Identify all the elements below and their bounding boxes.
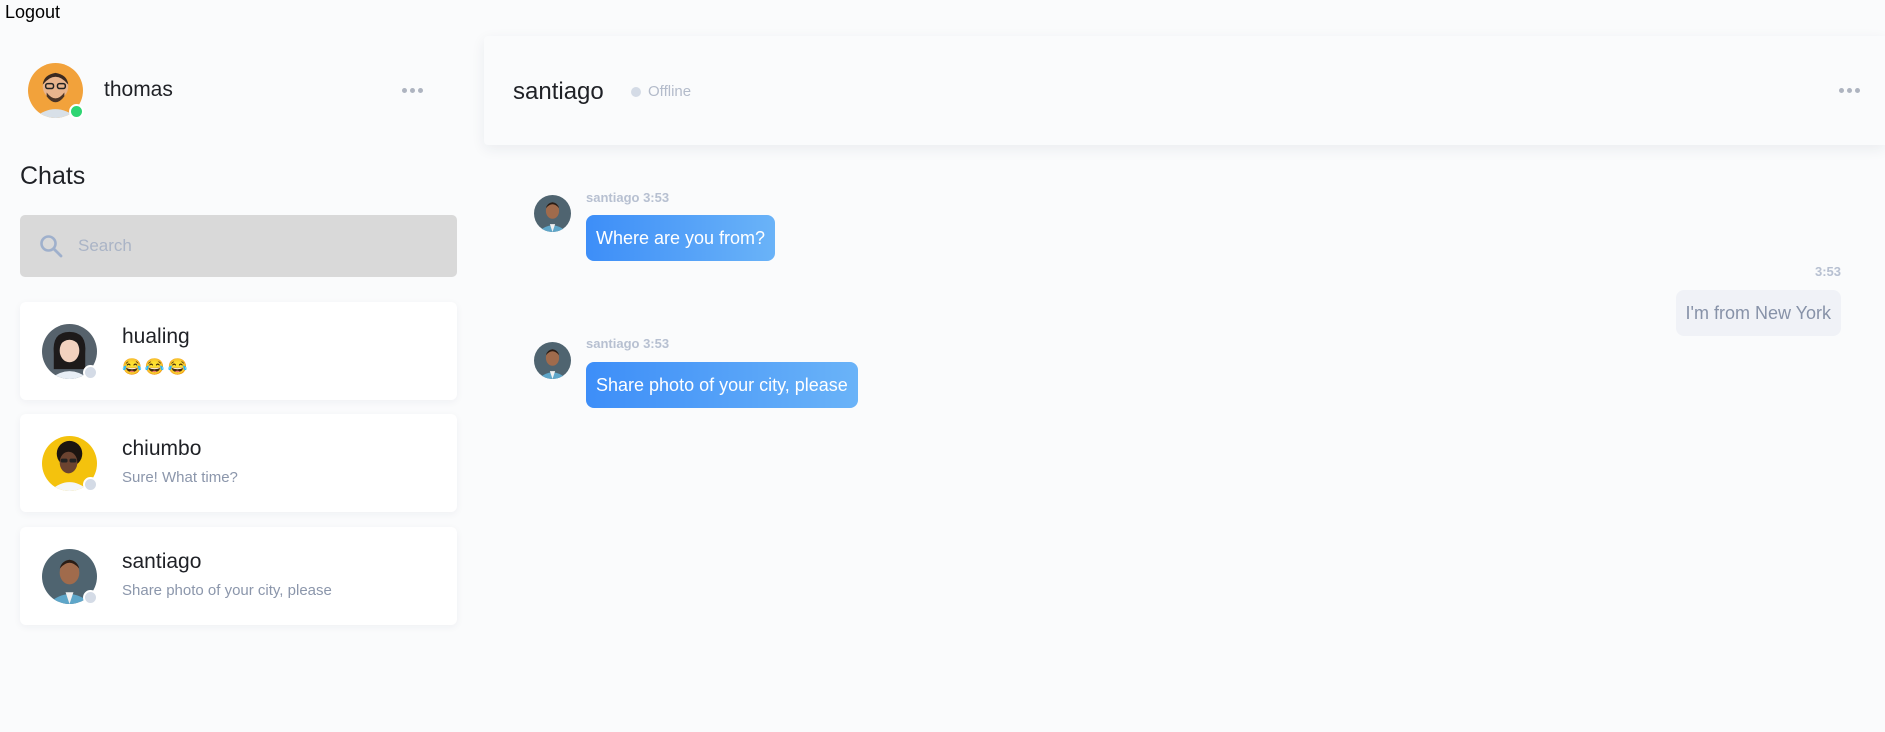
- message-bubble: Share photo of your city, please: [586, 362, 858, 408]
- offline-status-dot: [83, 477, 98, 492]
- current-user-name: thomas: [104, 78, 173, 101]
- current-user-panel: thomas: [28, 62, 458, 119]
- conversation-status-text: Offline: [648, 83, 692, 100]
- message-sender-avatar: [534, 342, 571, 379]
- chat-avatar-santiago: [42, 549, 98, 605]
- chat-name: santiago: [122, 550, 202, 573]
- conversation-menu-more-icon[interactable]: [1835, 84, 1864, 97]
- chats-heading: Chats: [20, 162, 86, 190]
- chat-list-item-santiago[interactable]: santiago Share photo of your city, pleas…: [20, 527, 457, 625]
- offline-status-dot: [631, 86, 641, 97]
- chat-avatar-hualing: [42, 324, 98, 380]
- conversation-header: santiago Offline: [484, 36, 1885, 145]
- offline-status-dot: [83, 365, 98, 380]
- search-box[interactable]: [20, 215, 457, 277]
- offline-status-dot: [83, 590, 98, 605]
- conversation-status: Offline: [631, 83, 691, 100]
- chat-preview: Sure! What time?: [122, 469, 238, 486]
- chat-list-item-chiumbo[interactable]: chiumbo Sure! What time?: [20, 414, 457, 512]
- online-status-dot: [69, 103, 84, 119]
- chat-name: hualing: [122, 325, 190, 348]
- avatar-santiago-image: [534, 195, 571, 232]
- current-user-avatar[interactable]: [28, 62, 84, 119]
- message-meta: santiago 3:53: [586, 190, 670, 205]
- message-sender-avatar: [534, 195, 571, 232]
- chat-list-item-hualing[interactable]: hualing 😂😂😂: [20, 302, 457, 400]
- message-meta: santiago 3:53: [586, 336, 670, 351]
- chat-preview: 😂😂😂: [122, 359, 191, 376]
- logout-link[interactable]: Logout: [5, 2, 60, 23]
- avatar-santiago-image: [534, 342, 571, 379]
- conversation-title: santiago: [513, 78, 604, 105]
- user-menu-more-icon[interactable]: [398, 84, 427, 97]
- search-icon: [40, 235, 63, 258]
- sidebar: thomas Chats hualing 😂😂😂: [0, 30, 480, 732]
- message-meta: 3:53: [1814, 264, 1841, 279]
- chat-avatar-chiumbo: [42, 436, 98, 492]
- search-input[interactable]: [76, 235, 416, 257]
- message-outgoing: 3:53 I'm from New York: [1541, 264, 1841, 336]
- chat-preview: Share photo of your city, please: [122, 582, 332, 599]
- chat-name: chiumbo: [122, 437, 202, 460]
- message-bubble: Where are you from?: [586, 215, 776, 261]
- message-bubble: I'm from New York: [1675, 290, 1841, 336]
